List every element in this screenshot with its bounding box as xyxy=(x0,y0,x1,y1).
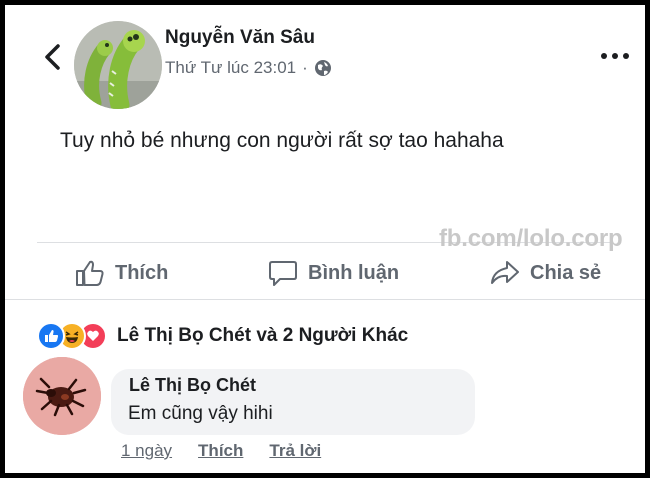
comment-bubble: Lê Thị Bọ Chét Em cũng vậy hihi xyxy=(111,369,475,435)
reactions-row[interactable]: Lê Thị Bọ Chét và 2 Người Khác xyxy=(37,322,408,350)
comment-reply-button[interactable]: Trả lời xyxy=(269,441,321,461)
more-options-icon[interactable] xyxy=(601,53,629,59)
post-timestamp[interactable]: Thứ Tư lúc 23:01 xyxy=(165,58,296,78)
globe-icon xyxy=(314,60,331,76)
author-avatar[interactable] xyxy=(74,21,162,109)
comment-like-button[interactable]: Thích xyxy=(198,441,243,461)
watermark: fb.com/lolo.corp xyxy=(439,225,623,252)
comment-button[interactable]: Bình luận xyxy=(268,259,399,287)
commenter-avatar[interactable] xyxy=(23,357,101,435)
comment-icon xyxy=(269,261,297,286)
post-frame: Nguyễn Văn Sâu Thứ Tư lúc 23:01 · Tuy nh… xyxy=(5,5,645,473)
post-author[interactable]: Nguyễn Văn Sâu xyxy=(165,27,315,49)
share-button[interactable]: Chia sẻ xyxy=(490,259,601,287)
comment-actions: 1 ngày Thích Trả lời xyxy=(121,441,321,461)
comment-time[interactable]: 1 ngày xyxy=(121,441,172,461)
share-icon xyxy=(491,261,519,284)
comment-author[interactable]: Lê Thị Bọ Chét xyxy=(129,375,256,396)
share-label: Chia sẻ xyxy=(530,261,602,284)
back-arrow-icon[interactable] xyxy=(41,43,63,71)
post-meta: Thứ Tư lúc 23:01 · xyxy=(165,58,332,78)
reactions-summary[interactable]: Lê Thị Bọ Chét và 2 Người Khác xyxy=(117,325,408,347)
post-text: Tuy nhỏ bé nhưng con người rất sợ tao ha… xyxy=(60,129,504,152)
like-icon xyxy=(37,322,65,350)
comment-text: Em cũng vậy hihi xyxy=(128,403,273,424)
comment-label: Bình luận xyxy=(308,261,400,284)
like-label: Thích xyxy=(115,261,169,284)
meta-separator: · xyxy=(302,58,308,77)
divider xyxy=(5,299,645,300)
like-button[interactable]: Thích xyxy=(75,259,168,287)
thumbs-up-icon xyxy=(76,260,104,286)
